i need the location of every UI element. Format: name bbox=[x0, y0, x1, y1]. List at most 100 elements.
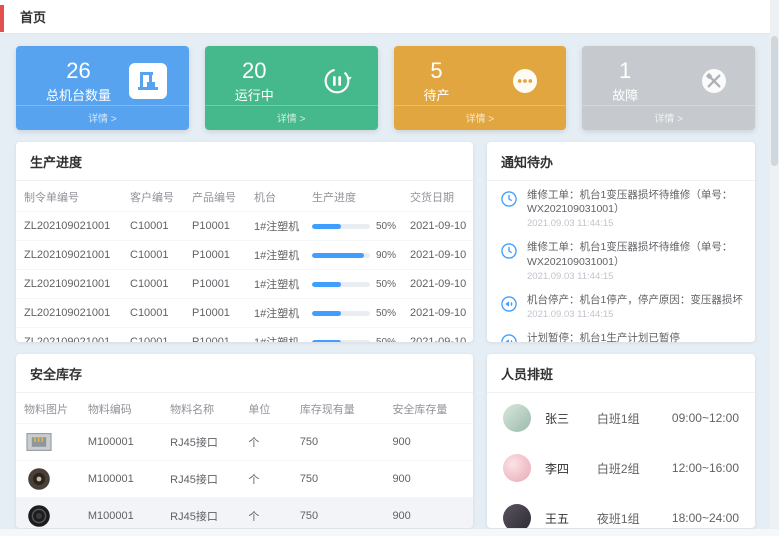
cell-customer: C10001 bbox=[122, 241, 184, 270]
vertical-scrollbar-thumb[interactable] bbox=[771, 36, 778, 166]
speaker-icon bbox=[499, 332, 519, 342]
person-shift: 白班2组 bbox=[597, 460, 658, 477]
col-order-no: 制令单编号 bbox=[16, 181, 122, 212]
progress-bar bbox=[312, 224, 370, 229]
panel-title-notifications: 通知待办 bbox=[487, 142, 755, 181]
stat-value-fault: 1 bbox=[612, 58, 638, 83]
cell-product: P10001 bbox=[184, 212, 246, 241]
cell-product: P10001 bbox=[184, 241, 246, 270]
col-material-name: 物料名称 bbox=[162, 393, 240, 424]
cell-order: ZL202109021001 bbox=[16, 299, 122, 328]
cell-safety: 900 bbox=[384, 424, 473, 461]
cell-machine: 1#注塑机 bbox=[246, 299, 304, 328]
col-material-code: 物料编码 bbox=[80, 393, 162, 424]
table-row: ZL202109021001 C10001 P10001 1#注塑机 50% 2… bbox=[16, 299, 473, 328]
table-row: M100001 RJ45接口 个 750 900 bbox=[16, 498, 473, 529]
card-text: 5 待产 bbox=[424, 58, 450, 104]
cell-product: P10001 bbox=[184, 328, 246, 343]
detail-link-total[interactable]: 详情 > bbox=[16, 105, 189, 130]
notification-item[interactable]: 机台停产：机台1停产，停产原因：变压器损坏 2021.09.03 11:44:1… bbox=[487, 286, 755, 324]
notification-text: 计划暂停：机台1生产计划已暂停 bbox=[527, 331, 680, 342]
progress-bar bbox=[312, 253, 370, 258]
dashboard-root: 首页 26 总机台数量 bbox=[0, 0, 779, 528]
stat-label-fault: 故障 bbox=[612, 85, 638, 104]
panels-grid: 生产进度 制令单编号 客户编号 产品编号 机台 生产进度 交货日期 bbox=[16, 142, 755, 528]
notification-item[interactable]: 维修工单：机台1变压器损坏待维修（单号：WX202109031001） 2021… bbox=[487, 233, 755, 285]
inventory-table: 物料图片 物料编码 物料名称 单位 库存现有量 安全库存量 bbox=[16, 393, 473, 528]
notification-item[interactable]: 计划暂停：机台1生产计划已暂停 2021.09.03 11:44:15 bbox=[487, 324, 755, 342]
card-main: 5 待产 bbox=[404, 58, 557, 104]
stat-cards: 26 总机台数量 详情 > bbox=[16, 46, 755, 130]
schedule-row: 李四 白班2组 12:00~16:00 bbox=[487, 443, 755, 493]
cell-machine: 1#注塑机 bbox=[246, 212, 304, 241]
cell-order: ZL202109021001 bbox=[16, 241, 122, 270]
avatar bbox=[503, 454, 531, 482]
cell-progress: 50% bbox=[304, 328, 402, 343]
card-text: 1 故障 bbox=[612, 58, 638, 104]
notification-time: 2021.09.03 11:44:15 bbox=[527, 309, 743, 320]
cell-date: 2021-09-10 bbox=[402, 270, 473, 299]
cell-stock: 750 bbox=[292, 461, 385, 498]
cell-order: ZL202109021001 bbox=[16, 212, 122, 241]
notification-item[interactable]: 维修工单：机台1变压器损坏待维修（单号：WX202109031001） 2021… bbox=[487, 181, 755, 233]
stat-card-waiting[interactable]: 5 待产 详情 > bbox=[394, 46, 567, 130]
cell-stock: 750 bbox=[292, 498, 385, 529]
cell-customer: C10001 bbox=[122, 328, 184, 343]
cell-product: P10001 bbox=[184, 270, 246, 299]
table-row: ZL202109021001 C10001 P10001 1#注塑机 90% 2… bbox=[16, 241, 473, 270]
col-material-image: 物料图片 bbox=[16, 393, 80, 424]
panel-personnel-schedule: 人员排班 张三 白班1组 09:00~12:00 李四 白班2组 12:00~1… bbox=[487, 354, 755, 528]
cell-order: ZL202109021001 bbox=[16, 328, 122, 343]
cell-unit: 个 bbox=[240, 424, 291, 461]
cell-name: RJ45接口 bbox=[162, 461, 240, 498]
round-connector-image bbox=[24, 467, 54, 491]
cell-date: 2021-09-10 bbox=[402, 241, 473, 270]
notification-text: 机台停产：机台1停产，停产原因：变压器损坏 bbox=[527, 293, 743, 307]
schedule-row: 张三 白班1组 09:00~12:00 bbox=[487, 393, 755, 443]
detail-link-waiting[interactable]: 详情 > bbox=[394, 105, 567, 130]
fault-icon bbox=[695, 63, 733, 99]
progress-label: 50% bbox=[376, 337, 396, 343]
avatar bbox=[503, 504, 531, 528]
panel-production-progress: 生产进度 制令单编号 客户编号 产品编号 机台 生产进度 交货日期 bbox=[16, 142, 473, 342]
speaker-part-image bbox=[24, 504, 54, 528]
table-row: ZL202109021001 C10001 P10001 1#注塑机 50% 2… bbox=[16, 270, 473, 299]
cell-progress: 50% bbox=[304, 299, 402, 328]
vertical-scrollbar[interactable] bbox=[770, 0, 779, 536]
stat-card-running[interactable]: 20 运行中 详情 > bbox=[205, 46, 378, 130]
stat-value-running: 20 bbox=[235, 58, 274, 83]
cell-code: M100001 bbox=[80, 498, 162, 529]
col-delivery-date: 交货日期 bbox=[402, 181, 473, 212]
cell-name: RJ45接口 bbox=[162, 498, 240, 529]
cell-date: 2021-09-10 bbox=[402, 328, 473, 343]
panel-title-inventory: 安全库存 bbox=[16, 354, 473, 393]
cell-machine: 1#注塑机 bbox=[246, 270, 304, 299]
stat-label-total: 总机台数量 bbox=[46, 85, 111, 104]
cell-unit: 个 bbox=[240, 498, 291, 529]
progress-bar bbox=[312, 282, 370, 287]
stat-card-fault[interactable]: 1 故障 详情 > bbox=[582, 46, 755, 130]
stat-card-total-machines[interactable]: 26 总机台数量 详情 > bbox=[16, 46, 189, 130]
horizontal-scrollbar[interactable] bbox=[0, 529, 779, 536]
waiting-icon bbox=[506, 63, 544, 99]
card-main: 1 故障 bbox=[592, 58, 745, 104]
card-text: 26 总机台数量 bbox=[46, 58, 111, 104]
progress-label: 50% bbox=[376, 279, 396, 290]
cell-customer: C10001 bbox=[122, 299, 184, 328]
person-name: 李四 bbox=[545, 460, 583, 477]
col-product-no: 产品编号 bbox=[184, 181, 246, 212]
cell-image bbox=[16, 498, 80, 529]
card-main: 26 总机台数量 bbox=[26, 58, 179, 104]
left-accent-bar bbox=[0, 5, 4, 32]
col-progress: 生产进度 bbox=[304, 181, 402, 212]
col-customer-no: 客户编号 bbox=[122, 181, 184, 212]
progress-label: 90% bbox=[376, 250, 396, 261]
person-name: 张三 bbox=[545, 410, 583, 427]
stat-value-waiting: 5 bbox=[424, 58, 450, 83]
cell-product: P10001 bbox=[184, 299, 246, 328]
tab-home[interactable]: 首页 bbox=[20, 7, 46, 26]
detail-link-running[interactable]: 详情 > bbox=[205, 105, 378, 130]
detail-link-fault[interactable]: 详情 > bbox=[582, 105, 755, 130]
table-row: M100001 RJ45接口 个 750 900 bbox=[16, 461, 473, 498]
table-header-row: 物料图片 物料编码 物料名称 单位 库存现有量 安全库存量 bbox=[16, 393, 473, 424]
